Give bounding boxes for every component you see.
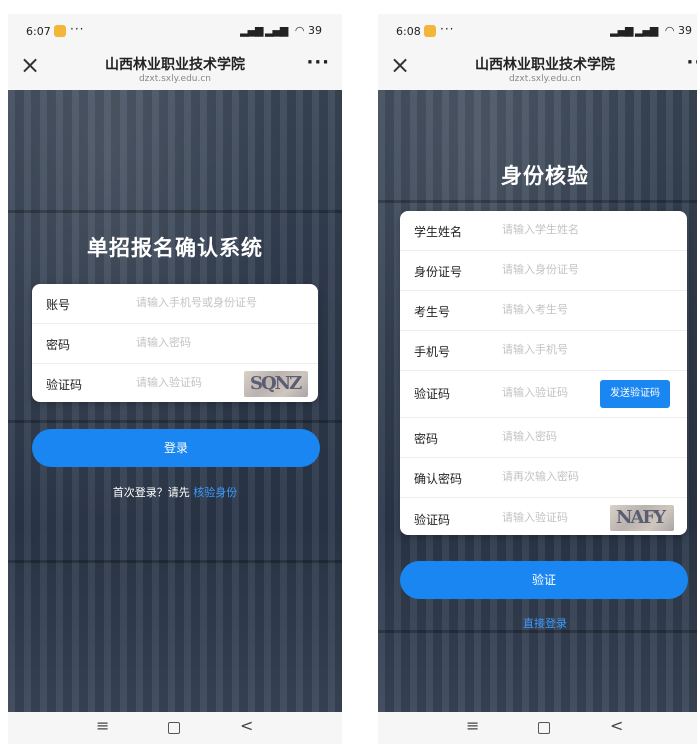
confirm-password-input[interactable] <box>502 470 672 483</box>
captcha-text: NAFY <box>616 507 666 528</box>
captcha-image[interactable]: NAFY <box>610 505 674 531</box>
status-right: ▂▄▆ ▂▄▆ ◠ 39 <box>610 24 692 37</box>
notification-icon <box>54 25 66 37</box>
notification-icon <box>424 25 436 37</box>
verify-identity-link[interactable]: 核验身份 <box>193 486 237 499</box>
confirm-password-label: 确认密码 <box>414 472 463 486</box>
form-row-phone: 手机号 <box>400 331 687 371</box>
direct-login-row: 直接登录 <box>378 615 697 631</box>
verify-button[interactable]: 验证 <box>400 561 688 599</box>
student-name-input[interactable] <box>502 223 672 236</box>
system-title: 单招报名确认系统 <box>87 235 263 260</box>
shelf-line <box>378 200 697 203</box>
captcha-image[interactable]: SQNZ <box>244 371 308 397</box>
menu-icon[interactable]: ≡ <box>466 716 479 735</box>
wifi-icon: ◠ <box>294 24 305 37</box>
shelf-line <box>8 420 342 423</box>
phone-screen-verify: 6:08 ··· ▂▄▆ ▂▄▆ ◠ 39 × 山西林业职业技术学院 dzxt.… <box>378 14 697 744</box>
captcha-label: 验证码 <box>414 513 451 527</box>
page-url: dzxt.sxly.edu.cn <box>508 74 582 84</box>
captcha-input[interactable] <box>136 376 236 389</box>
status-more: ··· <box>440 22 455 36</box>
verify-title: 身份核验 <box>501 163 589 188</box>
direct-login-link[interactable]: 直接登录 <box>523 617 567 630</box>
more-menu-icon[interactable]: ··· <box>686 52 697 73</box>
password-input[interactable] <box>136 336 306 349</box>
browser-nav-bar: × 山西林业职业技术学院 dzxt.sxly.edu.cn ··· <box>8 46 342 90</box>
form-row-captcha: 验证码 NAFY <box>400 498 687 540</box>
battery-level: 39 <box>678 24 692 37</box>
captcha-input[interactable] <box>502 511 602 524</box>
verify-form: 学生姓名 身份证号 考生号 手机号 验证码 发送验证码 密码 确认密码 <box>400 211 687 535</box>
exam-number-label: 考生号 <box>414 305 451 319</box>
captcha-text: SQNZ <box>250 373 302 394</box>
status-bar: 6:07 ··· ▂▄▆ ▂▄▆ ◠ 39 <box>8 14 342 46</box>
signal-icon: ▂▄▆ ▂▄▆ <box>610 24 658 37</box>
phone-label: 手机号 <box>414 345 451 359</box>
password-label: 密码 <box>414 432 439 446</box>
browser-nav-bar: × 山西林业职业技术学院 dzxt.sxly.edu.cn ··· <box>378 46 697 90</box>
first-login-hint: 首次登录？请先 核验身份 <box>8 484 342 500</box>
send-code-button[interactable]: 发送验证码 <box>600 380 670 408</box>
password-label: 密码 <box>46 338 71 352</box>
sms-code-label: 验证码 <box>414 387 451 401</box>
phone-input[interactable] <box>502 343 672 356</box>
login-button[interactable]: 登录 <box>32 429 320 467</box>
phone-screen-login: 6:07 ··· ▂▄▆ ▂▄▆ ◠ 39 × 山西林业职业技术学院 dzxt.… <box>8 14 342 744</box>
account-label: 账号 <box>46 298 71 312</box>
signal-icon: ▂▄▆ ▂▄▆ <box>240 24 288 37</box>
form-row-student-name: 学生姓名 <box>400 211 687 251</box>
status-time: 6:08 <box>396 25 421 38</box>
home-icon[interactable] <box>168 722 180 734</box>
page-title-school: 山西林业职业技术学院 <box>475 57 615 73</box>
captcha-label: 验证码 <box>46 378 83 392</box>
form-row-sms-code: 验证码 发送验证码 <box>400 371 687 418</box>
status-bar: 6:08 ··· ▂▄▆ ▂▄▆ ◠ 39 <box>378 14 697 46</box>
hint-prefix: 首次登录？请先 <box>112 486 194 499</box>
system-nav-bar: ≡ < <box>8 712 342 744</box>
form-row-id-number: 身份证号 <box>400 251 687 291</box>
back-icon[interactable]: < <box>240 716 253 735</box>
menu-icon[interactable]: ≡ <box>96 716 109 735</box>
home-icon[interactable] <box>538 722 550 734</box>
form-row-captcha: 验证码 SQNZ <box>32 364 318 403</box>
login-form: 账号 密码 验证码 SQNZ <box>32 284 318 402</box>
battery-level: 39 <box>308 24 322 37</box>
account-input[interactable] <box>136 296 306 309</box>
status-right: ▂▄▆ ▂▄▆ ◠ 39 <box>240 24 322 37</box>
shelf-line <box>8 210 342 213</box>
more-menu-icon[interactable]: ··· <box>306 52 330 73</box>
status-more: ··· <box>70 22 85 36</box>
exam-number-input[interactable] <box>502 303 672 316</box>
form-row-password: 密码 <box>32 324 318 364</box>
status-time: 6:07 <box>26 25 51 38</box>
shelf-line <box>8 560 342 563</box>
form-row-exam-number: 考生号 <box>400 291 687 331</box>
id-number-label: 身份证号 <box>414 265 463 279</box>
page-title-school: 山西林业职业技术学院 <box>105 57 245 73</box>
id-number-input[interactable] <box>502 263 672 276</box>
page-url: dzxt.sxly.edu.cn <box>138 74 212 84</box>
form-row-account: 账号 <box>32 284 318 324</box>
sms-code-input[interactable] <box>502 386 592 399</box>
wifi-icon: ◠ <box>664 24 675 37</box>
student-name-label: 学生姓名 <box>414 225 463 239</box>
back-icon[interactable]: < <box>610 716 623 735</box>
form-row-confirm-password: 确认密码 <box>400 458 687 498</box>
system-nav-bar: ≡ < <box>378 712 697 744</box>
form-row-password: 密码 <box>400 418 687 458</box>
password-input[interactable] <box>502 430 672 443</box>
